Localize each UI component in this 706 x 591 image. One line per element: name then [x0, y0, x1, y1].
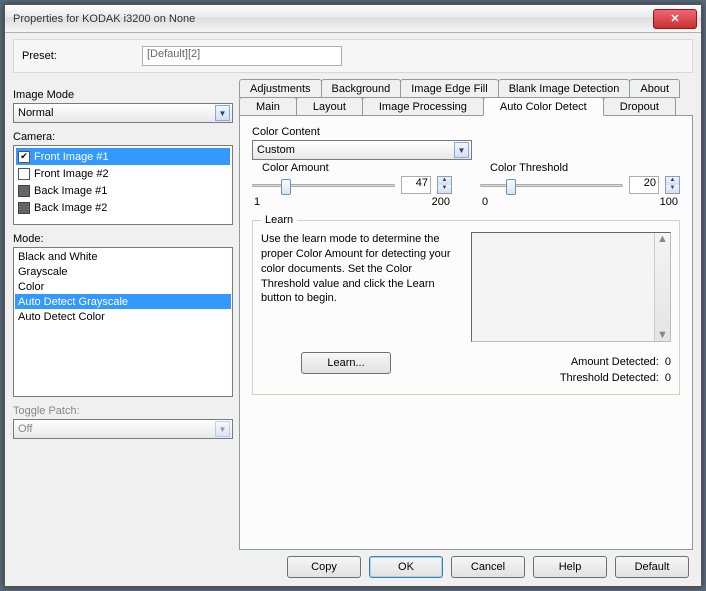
preset-row: Preset: [Default][2]: [13, 39, 693, 73]
tab-background[interactable]: Background: [321, 79, 402, 98]
slider-thumb[interactable]: [281, 179, 291, 195]
checkbox-icon[interactable]: [18, 168, 30, 180]
tab-auto-color-detect[interactable]: Auto Color Detect: [483, 97, 604, 116]
chevron-down-icon: ▼: [215, 105, 230, 121]
tab-about[interactable]: About: [629, 79, 680, 98]
titlebar[interactable]: Properties for KODAK i3200 on None ✕: [5, 5, 701, 33]
tab-panel-auto-color-detect: Color Content Custom ▼ Color Amount 47 ▲…: [239, 115, 693, 550]
color-amount-input[interactable]: 47: [401, 176, 431, 194]
color-amount-label: Color Amount: [262, 162, 452, 174]
close-icon: ✕: [670, 12, 679, 25]
copy-button[interactable]: Copy: [287, 556, 361, 578]
ok-button[interactable]: OK: [369, 556, 443, 578]
learn-description: Use the learn mode to determine the prop…: [261, 232, 451, 342]
mode-item-autogray[interactable]: Auto Detect Grayscale: [15, 294, 231, 309]
color-content-select[interactable]: Custom ▼: [252, 140, 472, 160]
close-button[interactable]: ✕: [653, 9, 697, 29]
slider-thumb[interactable]: [506, 179, 516, 195]
mode-item-autocolor[interactable]: Auto Detect Color: [15, 309, 231, 324]
mode-item-color[interactable]: Color: [15, 279, 231, 294]
camera-item-back2[interactable]: Back Image #2: [16, 199, 230, 216]
amount-detected-value: 0: [665, 356, 671, 368]
color-threshold-spinner[interactable]: ▲▼: [665, 176, 680, 194]
chevron-down-icon: ▼: [454, 142, 469, 158]
tab-blank-image-detection[interactable]: Blank Image Detection: [498, 79, 631, 98]
color-amount-spinner[interactable]: ▲▼: [437, 176, 452, 194]
default-button[interactable]: Default: [615, 556, 689, 578]
preset-label: Preset:: [22, 50, 132, 62]
camera-item-back1[interactable]: Back Image #1: [16, 182, 230, 199]
help-button[interactable]: Help: [533, 556, 607, 578]
threshold-detected-label: Threshold Detected:: [539, 372, 659, 384]
toggle-patch-select: Off ▼: [13, 419, 233, 439]
properties-dialog: Properties for KODAK i3200 on None ✕ Pre…: [4, 4, 702, 587]
tab-adjustments[interactable]: Adjustments: [239, 79, 322, 98]
chevron-up-icon[interactable]: ▲: [657, 233, 668, 245]
image-mode-value: Normal: [18, 107, 53, 119]
scrollbar[interactable]: ▲▼: [654, 233, 670, 341]
tab-main[interactable]: Main: [239, 97, 297, 116]
tab-dropout[interactable]: Dropout: [603, 97, 676, 116]
image-mode-select[interactable]: Normal ▼: [13, 103, 233, 123]
cancel-button[interactable]: Cancel: [451, 556, 525, 578]
color-threshold-label: Color Threshold: [490, 162, 680, 174]
image-mode-label: Image Mode: [13, 89, 233, 101]
mode-item-bw[interactable]: Black and White: [15, 249, 231, 264]
chevron-down-icon[interactable]: ▼: [438, 185, 451, 193]
camera-item-front1[interactable]: ✔Front Image #1: [16, 148, 230, 165]
tab-image-edge-fill[interactable]: Image Edge Fill: [400, 79, 498, 98]
learn-button[interactable]: Learn...: [301, 352, 391, 374]
color-content-value: Custom: [257, 144, 295, 156]
tab-row-2: Main Layout Image Processing Auto Color …: [239, 97, 693, 115]
color-threshold-slider[interactable]: [480, 184, 623, 187]
learn-preview: ▲▼: [471, 232, 671, 342]
learn-group: Learn Use the learn mode to determine th…: [252, 214, 680, 395]
toggle-patch-label: Toggle Patch:: [13, 405, 233, 417]
tab-image-processing[interactable]: Image Processing: [362, 97, 484, 116]
dialog-button-bar: Copy OK Cancel Help Default: [239, 550, 693, 580]
learn-legend: Learn: [261, 214, 297, 226]
chevron-up-icon[interactable]: ▲: [438, 177, 451, 185]
mode-item-gray[interactable]: Grayscale: [15, 264, 231, 279]
checkbox-icon[interactable]: ✔: [18, 151, 30, 163]
checkbox-icon[interactable]: [18, 185, 30, 197]
chevron-down-icon[interactable]: ▼: [666, 185, 679, 193]
toggle-patch-value: Off: [18, 423, 32, 435]
checkbox-icon[interactable]: [18, 202, 30, 214]
color-threshold-input[interactable]: 20: [629, 176, 659, 194]
color-content-label: Color Content: [252, 126, 680, 138]
camera-list[interactable]: ✔Front Image #1 Front Image #2 Back Imag…: [13, 145, 233, 225]
color-threshold-min: 0: [482, 196, 488, 208]
window-title: Properties for KODAK i3200 on None: [13, 13, 653, 25]
chevron-down-icon[interactable]: ▼: [657, 329, 668, 341]
camera-label: Camera:: [13, 131, 233, 143]
amount-detected-label: Amount Detected:: [539, 356, 659, 368]
tab-layout[interactable]: Layout: [296, 97, 363, 116]
color-amount-max: 200: [432, 196, 450, 208]
color-amount-slider[interactable]: [252, 184, 395, 187]
chevron-up-icon[interactable]: ▲: [666, 177, 679, 185]
mode-list[interactable]: Black and White Grayscale Color Auto Det…: [13, 247, 233, 397]
tab-row-1: Adjustments Background Image Edge Fill B…: [239, 79, 693, 97]
color-amount-min: 1: [254, 196, 260, 208]
preset-field[interactable]: [Default][2]: [142, 46, 342, 66]
threshold-detected-value: 0: [665, 372, 671, 384]
color-threshold-max: 100: [660, 196, 678, 208]
mode-label: Mode:: [13, 233, 233, 245]
camera-item-front2[interactable]: Front Image #2: [16, 165, 230, 182]
chevron-down-icon: ▼: [215, 421, 230, 437]
